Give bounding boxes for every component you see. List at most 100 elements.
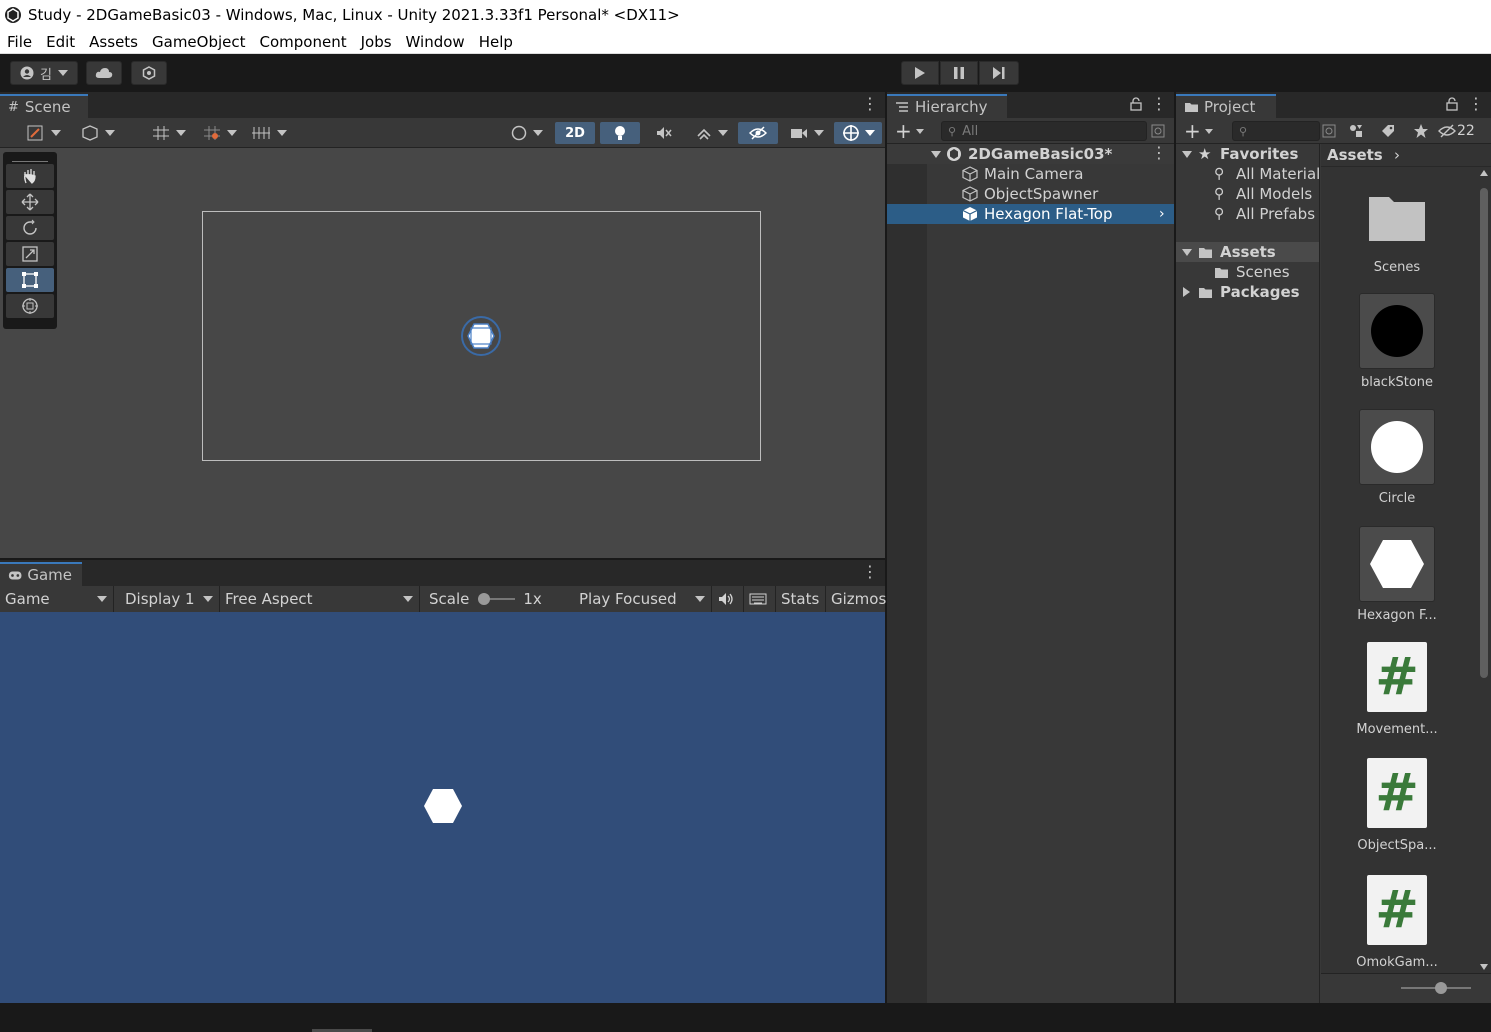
play-button[interactable] (901, 61, 939, 85)
rotate-tool[interactable] (6, 216, 54, 240)
packages-folder-row[interactable]: Packages (1176, 282, 1319, 302)
expand-arrow-icon[interactable] (1182, 248, 1192, 256)
project-scrollbar[interactable] (1477, 170, 1491, 972)
hierarchy-item[interactable]: ObjectSpawner (887, 184, 1174, 204)
scene-menu-icon[interactable]: ⋮ (862, 96, 878, 113)
account-button[interactable]: 김 (10, 61, 78, 85)
grid-snap-button[interactable] (146, 122, 192, 144)
menu-help[interactable]: Help (472, 33, 520, 51)
scroll-down-arrow-icon[interactable] (1480, 964, 1488, 970)
asset-item[interactable]: Circle (1347, 409, 1447, 506)
favorites-row[interactable]: ★ Favorites (1176, 144, 1319, 164)
hierarchy-add-button[interactable]: + (895, 121, 929, 141)
scale-slider[interactable] (478, 593, 516, 605)
scene-visibility-toggle[interactable] (738, 122, 778, 144)
draw-mode-button[interactable] (20, 122, 68, 144)
hierarchy-item[interactable]: Main Camera (887, 164, 1174, 184)
lock-icon[interactable] (1130, 97, 1142, 111)
game-view-select[interactable]: Game (0, 586, 114, 612)
folder-icon (1185, 103, 1198, 112)
gizmos-button[interactable] (834, 122, 882, 144)
move-tool[interactable] (6, 190, 54, 214)
display-select[interactable]: Display 1 (120, 586, 220, 612)
asset-item[interactable]: # ObjectSpa... (1347, 758, 1447, 853)
hierarchy-item-selected[interactable]: Hexagon Flat-Top › (887, 204, 1174, 224)
expand-arrow-icon[interactable] (931, 150, 941, 158)
scale-tool[interactable] (6, 242, 54, 266)
menu-window[interactable]: Window (399, 33, 472, 51)
scroll-up-arrow-icon[interactable] (1480, 170, 1488, 176)
scene-row[interactable]: 2DGameBasic03* ⋮ (887, 144, 1174, 164)
project-search-input[interactable]: ⚲ (1232, 121, 1320, 141)
project-menu-icon[interactable]: ⋮ (1468, 96, 1484, 113)
2d-mode-button[interactable]: 2D (555, 122, 595, 144)
menu-component[interactable]: Component (253, 33, 354, 51)
grid-visibility-button[interactable] (246, 122, 292, 144)
game-menu-icon[interactable]: ⋮ (862, 564, 878, 581)
asset-item[interactable]: Hexagon F... (1347, 526, 1447, 623)
tab-game[interactable]: Game (0, 562, 82, 586)
scene-row-menu-icon[interactable]: ⋮ (1151, 145, 1167, 162)
scene-viewport[interactable] (0, 148, 885, 558)
aspect-select[interactable]: Free Aspect (220, 586, 420, 612)
camera-button[interactable] (784, 122, 830, 144)
menu-file[interactable]: File (0, 33, 39, 51)
hierarchy-search-input[interactable]: ⚲ All (941, 121, 1147, 141)
mute-audio-button[interactable] (712, 586, 744, 612)
icon-size-slider-handle[interactable] (1435, 982, 1447, 994)
step-button[interactable] (979, 61, 1019, 85)
hand-tool[interactable] (6, 164, 54, 188)
favorite-star-icon[interactable] (1413, 123, 1429, 139)
lighting-toggle[interactable] (600, 122, 640, 144)
hidden-packages-toggle[interactable]: 22 (1438, 121, 1475, 141)
search-options-icon[interactable] (1322, 124, 1336, 138)
effects-button[interactable] (690, 122, 734, 144)
tab-scene[interactable]: # Scene (0, 94, 88, 118)
shading-button[interactable] (504, 122, 550, 144)
brush-icon (27, 125, 43, 141)
tab-hierarchy[interactable]: Hierarchy (887, 94, 1007, 118)
increment-snap-button[interactable] (198, 122, 242, 144)
icon-size-slider[interactable] (1401, 982, 1471, 994)
chevron-right-icon[interactable]: › (1159, 206, 1165, 222)
favorite-item[interactable]: ⚲ All Materials (1176, 164, 1320, 184)
cloud-button[interactable] (86, 61, 122, 85)
scrollbar-thumb[interactable] (1480, 188, 1488, 678)
audio-toggle[interactable] (644, 122, 684, 144)
keyboard-shortcuts-button[interactable] (744, 586, 776, 612)
search-options-icon[interactable] (1151, 124, 1165, 138)
menu-gameobject[interactable]: GameObject (145, 33, 253, 51)
project-add-button[interactable]: + (1184, 121, 1218, 141)
collapsed-arrow-icon[interactable] (1183, 287, 1190, 297)
tab-project[interactable]: Project (1176, 94, 1276, 118)
expand-arrow-icon[interactable] (1182, 150, 1192, 158)
selected-hexagon[interactable] (461, 316, 501, 356)
game-viewport[interactable] (0, 612, 885, 1003)
asset-item[interactable]: Scenes (1347, 180, 1447, 275)
pause-button[interactable] (940, 61, 978, 85)
menu-edit[interactable]: Edit (39, 33, 82, 51)
menu-jobs[interactable]: Jobs (354, 33, 399, 51)
asset-item[interactable]: blackStone (1347, 293, 1447, 390)
collab-button[interactable] (131, 61, 167, 85)
drag-handle[interactable] (12, 154, 48, 162)
asset-item[interactable]: # OmokGam... (1347, 875, 1447, 970)
rect-tool[interactable] (6, 268, 54, 292)
label-tag-icon[interactable] (1380, 123, 1396, 139)
favorite-item[interactable]: ⚲ All Prefabs (1176, 204, 1319, 224)
hierarchy-menu-icon[interactable]: ⋮ (1151, 96, 1167, 113)
transform-tool[interactable] (6, 294, 54, 318)
menu-assets[interactable]: Assets (82, 33, 145, 51)
lock-icon[interactable] (1446, 97, 1458, 111)
gizmos-toggle[interactable]: Gizmos (826, 586, 886, 612)
scenes-folder-row[interactable]: Scenes (1176, 262, 1319, 282)
asset-item[interactable]: # Movement... (1347, 642, 1447, 737)
search-by-type-icon[interactable] (1348, 123, 1364, 139)
scale-slider-handle[interactable] (478, 593, 491, 605)
play-mode-select[interactable]: Play Focused (574, 586, 712, 612)
breadcrumb[interactable]: Assets › (1327, 146, 1400, 164)
stats-button[interactable]: Stats (776, 586, 826, 612)
render-mode-button[interactable] (74, 122, 122, 144)
assets-folder-row[interactable]: Assets (1176, 242, 1319, 262)
favorite-item[interactable]: ⚲ All Models (1176, 184, 1319, 204)
